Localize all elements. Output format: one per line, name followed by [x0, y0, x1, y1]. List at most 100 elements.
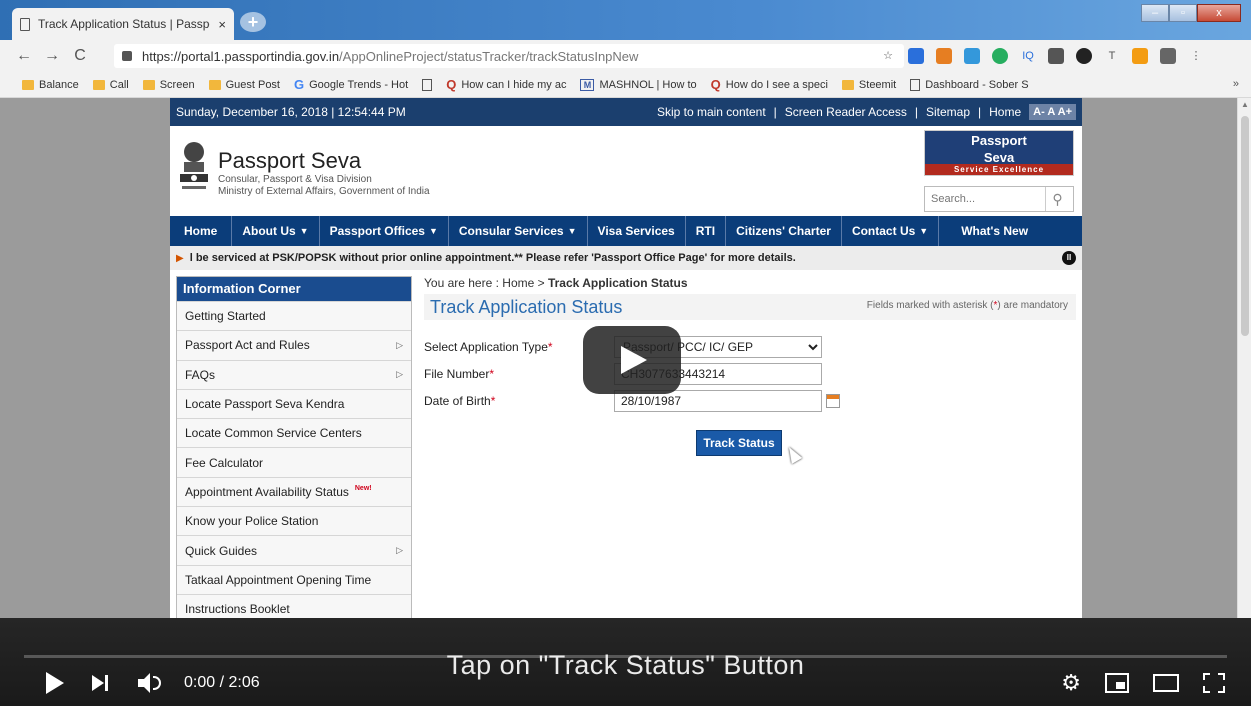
maximize-button[interactable]: ▫	[1169, 4, 1197, 22]
nav-about-us[interactable]: About Us ▼	[232, 216, 320, 246]
nav-passport-offices[interactable]: Passport Offices ▼	[320, 216, 449, 246]
information-corner-title: Information Corner	[177, 277, 411, 301]
bookmark-star-icon[interactable]: ☆	[880, 48, 896, 64]
address-bar-row: ← → C https://portal1.passportindia.gov.…	[0, 40, 1251, 72]
screen-reader-link[interactable]: Screen Reader Access	[785, 105, 907, 119]
menu-icon[interactable]: ⋮	[1188, 48, 1204, 64]
font-increase-button[interactable]: A+	[1058, 106, 1072, 118]
info-item-instructions-booklet[interactable]: Instructions Booklet	[177, 593, 411, 618]
nav-rti[interactable]: RTI	[686, 216, 727, 246]
bookmark-item[interactable]: Dashboard - Sober S	[910, 78, 1029, 91]
minimize-button[interactable]: –	[1141, 4, 1169, 22]
volume-icon[interactable]	[138, 673, 162, 693]
back-button[interactable]: ←	[10, 47, 38, 65]
gear-icon[interactable]: ⚙	[1061, 672, 1081, 694]
news-ticker: ▶ l be serviced at PSK/POPSK without pri…	[170, 246, 1082, 270]
track-status-button[interactable]: Track Status	[696, 430, 782, 456]
extension-icon[interactable]	[908, 48, 924, 64]
info-item-fee-calculator[interactable]: Fee Calculator	[177, 447, 411, 477]
scrollbar-thumb[interactable]	[1241, 116, 1249, 336]
dob-label: Date of Birth*	[424, 394, 496, 408]
page-scrollbar[interactable]: ▲	[1237, 98, 1251, 618]
caret-down-icon: ▼	[299, 226, 309, 236]
triangle-right-icon: ▶	[176, 252, 184, 264]
page-title-row: Track Application Status Fields marked w…	[424, 294, 1076, 320]
play-icon[interactable]	[46, 672, 64, 694]
nav-home[interactable]: Home	[170, 216, 233, 246]
extension-icon[interactable]	[936, 48, 952, 64]
nav-whats-new[interactable]: What's New	[939, 216, 1038, 246]
bookmark-item[interactable]: Balance	[22, 79, 79, 91]
nav-contact-us[interactable]: Contact Us ▼	[842, 216, 940, 246]
main-panel: You are here : Home > Track Application …	[424, 270, 1076, 464]
fullscreen-icon[interactable]	[1203, 673, 1225, 693]
bookmark-item[interactable]: Call	[92, 79, 129, 91]
theater-mode-icon[interactable]	[1153, 674, 1179, 692]
search-input[interactable]	[925, 193, 1045, 205]
info-item-faqs[interactable]: FAQs ▷	[177, 359, 411, 389]
bookmark-item[interactable]: G Google Trends - Hot	[294, 77, 408, 92]
mouse-cursor-icon	[783, 444, 803, 464]
folder-icon	[208, 79, 221, 90]
bookmark-item[interactable]	[422, 78, 433, 91]
info-item-locate-psk[interactable]: Locate Passport Seva Kendra	[177, 388, 411, 419]
font-normal-button[interactable]: A	[1047, 106, 1055, 118]
extension-icon[interactable]	[964, 48, 980, 64]
info-item-appointment-availability[interactable]: Appointment Availability Status New!	[177, 476, 411, 507]
home-link[interactable]: Home	[989, 105, 1021, 119]
folder-icon	[92, 79, 105, 90]
application-type-label: Select Application Type*	[424, 340, 553, 354]
search-icon[interactable]: ⚲	[1045, 187, 1069, 211]
extension-icon[interactable]	[1076, 48, 1092, 64]
extension-icon[interactable]	[1132, 48, 1148, 64]
big-play-button[interactable]	[583, 326, 681, 394]
bookmark-item[interactable]: Q How do I see a speci	[711, 77, 828, 92]
next-icon[interactable]	[92, 675, 110, 691]
info-item-locate-csc[interactable]: Locate Common Service Centers	[177, 418, 411, 448]
calendar-icon[interactable]	[826, 394, 840, 408]
site-brand[interactable]: Passport Seva Consular, Passport & Visa …	[218, 148, 430, 198]
new-tab-button[interactable]: +	[240, 12, 266, 32]
url-host: https://portal1.passportindia.gov.in	[142, 48, 340, 64]
forward-button[interactable]: →	[38, 47, 66, 65]
bookmark-item[interactable]: Steemit	[841, 79, 896, 91]
info-item-getting-started[interactable]: Getting Started	[177, 301, 411, 331]
reload-button[interactable]: C	[66, 47, 94, 65]
ticker-message[interactable]: l be serviced at PSK/POPSK without prior…	[190, 252, 1062, 264]
bookmark-item[interactable]: M MASHNOL | How to	[580, 78, 697, 91]
lock-icon	[122, 51, 132, 61]
font-decrease-button[interactable]: A-	[1033, 106, 1045, 118]
time-display: 0:00 / 2:06	[184, 674, 260, 691]
bookmark-item[interactable]: Q How can I hide my ac	[446, 77, 566, 92]
close-tab-icon[interactable]: ×	[218, 17, 226, 32]
info-item-tatkaal-time[interactable]: Tatkaal Appointment Opening Time	[177, 564, 411, 594]
extension-icon[interactable]: IQ	[1020, 48, 1036, 64]
info-item-passport-act[interactable]: Passport Act and Rules ▷	[177, 330, 411, 360]
skip-link[interactable]: Skip to main content	[657, 105, 766, 119]
nav-citizens-charter[interactable]: Citizens' Charter	[726, 216, 842, 246]
nav-consular-services[interactable]: Consular Services ▼	[449, 216, 588, 246]
close-window-button[interactable]: x	[1197, 4, 1241, 22]
breadcrumb-prefix[interactable]: You are here : Home >	[424, 276, 548, 290]
bookmark-item[interactable]: Screen	[142, 79, 195, 91]
pause-icon[interactable]: II	[1062, 251, 1076, 265]
page-content: Information Corner Getting Started Passp…	[170, 270, 1082, 618]
datetime: Sunday, December 16, 2018 | 12:54:44 PM	[176, 105, 406, 119]
info-item-police-station[interactable]: Know your Police Station	[177, 506, 411, 536]
sitemap-link[interactable]: Sitemap	[926, 105, 970, 119]
submenu-arrow-icon: ▷	[396, 369, 403, 380]
info-item-quick-guides[interactable]: Quick Guides ▷	[177, 535, 411, 565]
extension-icon[interactable]	[1048, 48, 1064, 64]
bookmark-item[interactable]: Guest Post	[208, 79, 280, 91]
bookmarks-overflow-icon[interactable]: »	[1233, 78, 1239, 90]
extension-icon[interactable]	[1160, 48, 1176, 64]
scroll-up-icon[interactable]: ▲	[1241, 100, 1249, 109]
extension-icon[interactable]	[992, 48, 1008, 64]
nav-visa-services[interactable]: Visa Services	[588, 216, 686, 246]
extension-icon[interactable]: T	[1104, 48, 1120, 64]
url-input[interactable]: https://portal1.passportindia.gov.in/App…	[114, 44, 904, 68]
browser-tab-active[interactable]: Track Application Status | Passpo ×	[12, 8, 234, 40]
new-badge: New!	[354, 485, 372, 493]
file-number-label: File Number*	[424, 367, 495, 381]
miniplayer-icon[interactable]	[1105, 673, 1129, 693]
